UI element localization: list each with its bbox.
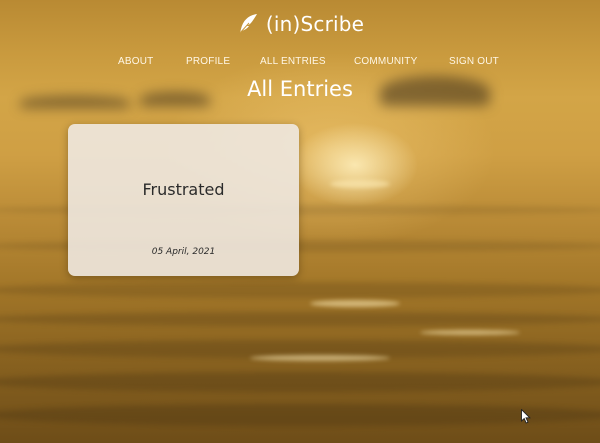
mouse-pointer-icon	[521, 408, 531, 424]
water-ripple	[0, 312, 600, 326]
nav-community-link[interactable]: COMMUNITY	[354, 56, 417, 67]
site-header: (in)Scribe	[0, 6, 600, 42]
water-ripple	[0, 282, 600, 298]
nav-sign-out-link[interactable]: SIGN OUT	[449, 56, 499, 67]
entry-title: Frustrated	[142, 180, 225, 199]
nav-profile-link[interactable]: PROFILE	[186, 56, 230, 67]
water-ripple	[0, 372, 600, 392]
brand-name[interactable]: (in)Scribe	[266, 12, 364, 36]
sun-glint	[330, 180, 390, 188]
entry-date: 05 April, 2021	[151, 247, 216, 257]
feather-icon[interactable]	[236, 12, 260, 36]
nav-about-link[interactable]: ABOUT	[118, 56, 153, 67]
sun-glint	[310, 300, 400, 307]
water-ripple	[0, 404, 600, 426]
sun-glint	[250, 355, 390, 361]
entry-card[interactable]: Frustrated 05 April, 2021	[68, 124, 299, 276]
page-title: All Entries	[247, 77, 353, 101]
page-background: (in)Scribe ABOUT PROFILE ALL ENTRIES COM…	[0, 0, 600, 443]
sun-glint	[420, 330, 520, 335]
nav-all-entries-link[interactable]: ALL ENTRIES	[260, 56, 326, 67]
